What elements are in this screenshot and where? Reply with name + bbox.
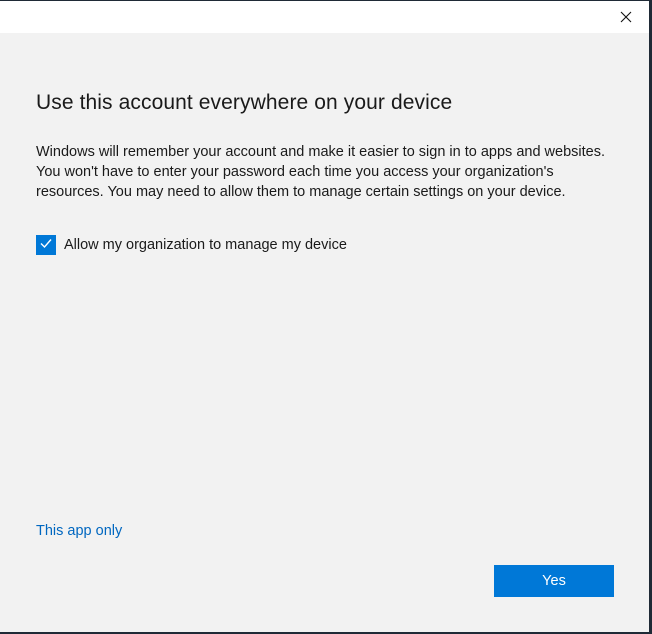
manage-device-label: Allow my organization to manage my devic…	[64, 237, 347, 253]
dialog-title: Use this account everywhere on your devi…	[36, 91, 453, 114]
close-icon	[617, 8, 635, 26]
yes-button[interactable]: Yes	[494, 565, 614, 597]
close-button[interactable]	[617, 8, 635, 26]
dialog-description: Windows will remember your account and m…	[36, 144, 605, 200]
title-bar	[0, 1, 649, 33]
this-app-only-link[interactable]: This app only	[36, 523, 122, 539]
manage-device-checkbox-row[interactable]: Allow my organization to manage my devic…	[36, 235, 347, 255]
manage-device-checkbox[interactable]	[36, 235, 56, 255]
checkmark-icon	[39, 236, 53, 255]
dialog-window: Use this account everywhere on your devi…	[0, 1, 649, 632]
